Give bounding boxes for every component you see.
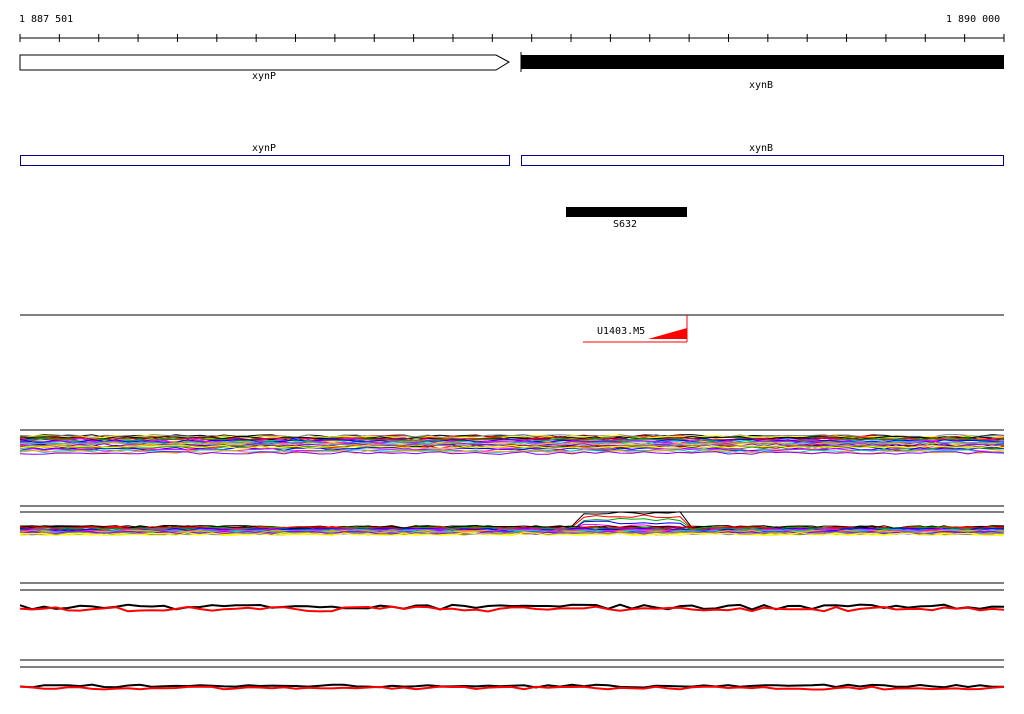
annotation-xynP-label: xynP <box>252 143 277 154</box>
ruler-axis <box>19 34 1005 42</box>
segment-S632-bar[interactable] <box>566 207 687 217</box>
gene-xynB-bar[interactable] <box>521 55 1004 69</box>
gene-track <box>19 52 1004 72</box>
genome-browser-canvas <box>19 34 1005 691</box>
gene-xynB-label: xynB <box>749 80 774 91</box>
motif-U1403-triangle[interactable] <box>648 328 687 339</box>
annotation-xynB-label: xynB <box>749 143 774 154</box>
annotation-xynP-box[interactable] <box>20 155 510 166</box>
gene-xynP-label: xynP <box>252 71 277 82</box>
motif-track <box>20 314 1004 343</box>
motif-U1403-label: U1403.M5 <box>597 326 646 337</box>
expression-tracks <box>19 429 1005 691</box>
gene-xynP-arrow[interactable] <box>19 54 511 71</box>
annotation-track <box>20 155 1004 166</box>
segment-S632-label: S632 <box>613 219 638 230</box>
annotation-xynB-box[interactable] <box>521 155 1004 166</box>
